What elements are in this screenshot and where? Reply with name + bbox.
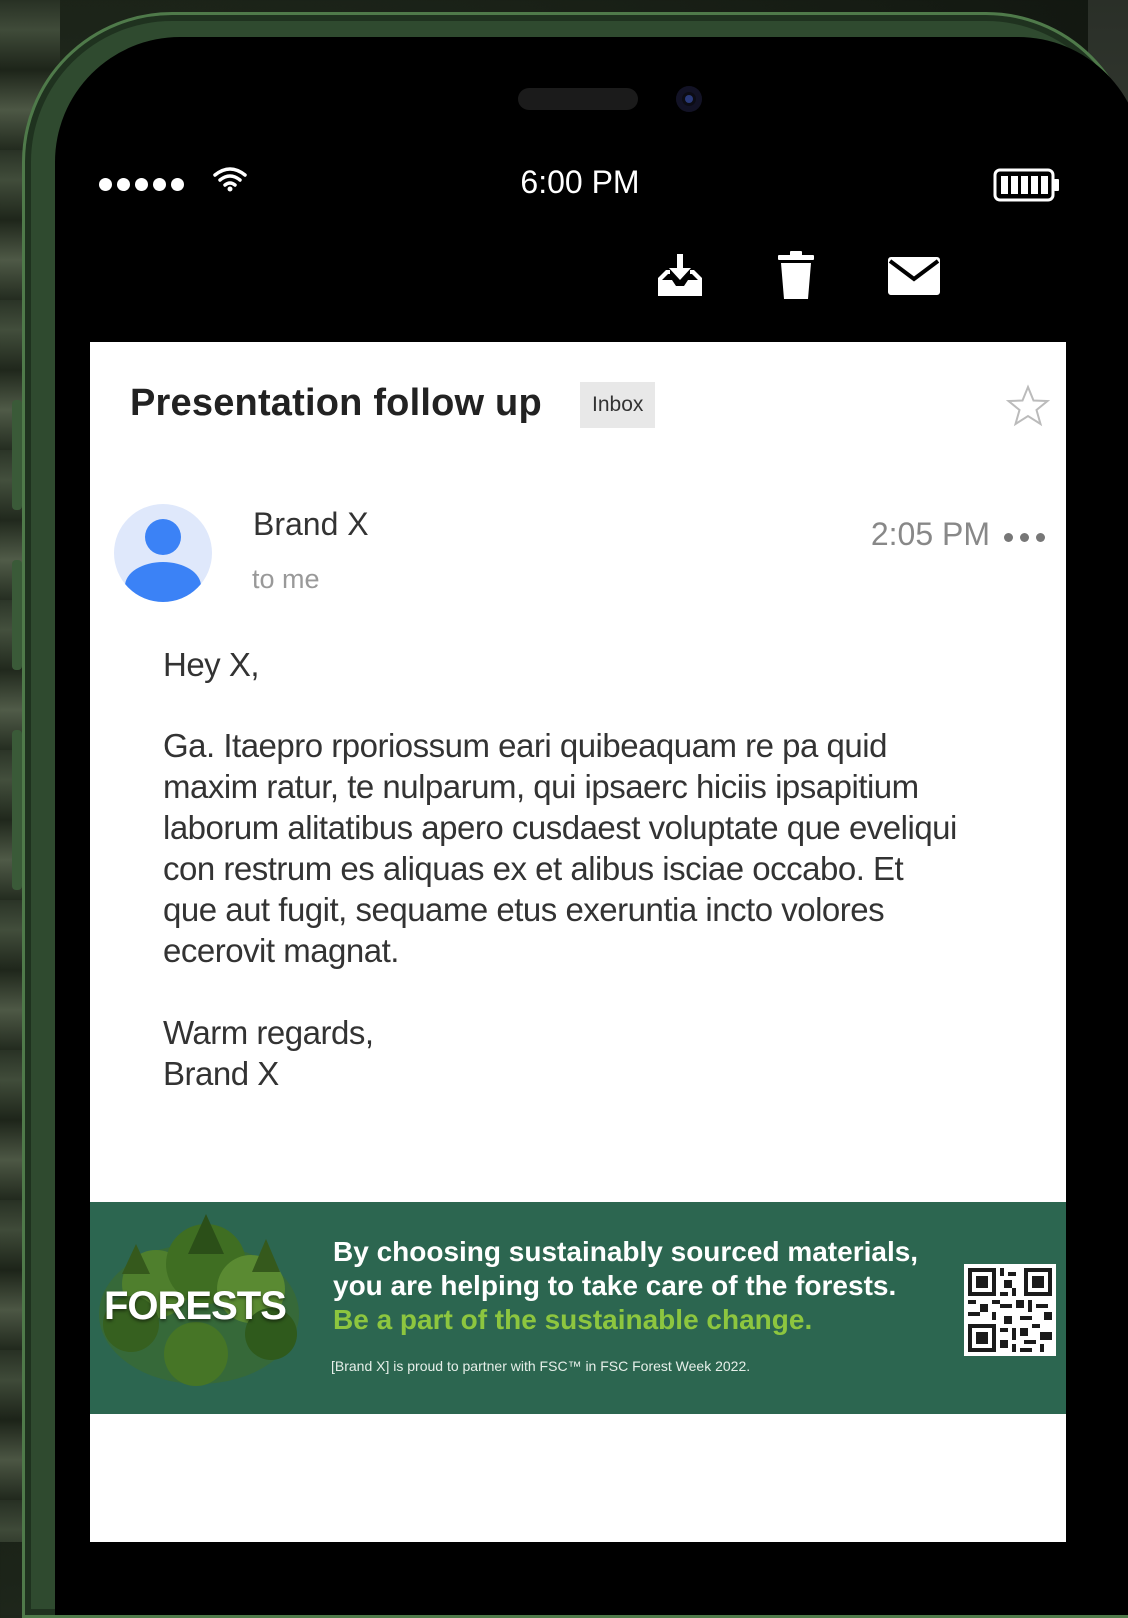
email-subject: Presentation follow up: [130, 382, 542, 424]
banner-call-to-action: Be a part of the sustainable change.: [333, 1304, 813, 1335]
paragraph-line: con restrum es aliquas ex et alibus isci…: [163, 850, 904, 887]
paragraph-line: laborum alitatibus apero cusdaest volupt…: [163, 809, 957, 846]
status-time: 6:00 PM: [520, 164, 640, 200]
star-icon[interactable]: [1006, 384, 1050, 428]
trash-icon: [778, 251, 814, 299]
email-paragraph: Ga. Itaepro rporiossum eari quibeaquam r…: [163, 725, 1033, 971]
banner-headline-line2: you are helping to take care of the fore…: [333, 1270, 897, 1301]
email-view: Presentation follow up Inbox Brand X to …: [90, 342, 1066, 1542]
email-body: Hey X, Ga. Itaepro rporiossum eari quibe…: [163, 644, 1033, 1094]
archive-button[interactable]: [650, 248, 710, 304]
email-signoff: Warm regards,: [163, 1014, 374, 1051]
phone-camera: [676, 86, 702, 112]
phone-side-button: [12, 400, 22, 510]
sustainability-banner[interactable]: FORESTS By choosing sustainably sourced …: [90, 1202, 1066, 1414]
status-bar: 6:00 PM: [95, 160, 1065, 210]
recipients-line[interactable]: to me: [252, 564, 320, 595]
inbox-label-badge[interactable]: Inbox: [580, 382, 656, 428]
phone-side-button: [12, 560, 22, 670]
banner-fine-print: [Brand X] is proud to partner with FSC™ …: [331, 1358, 751, 1374]
person-icon: [125, 519, 201, 602]
qr-code-icon[interactable]: [964, 1264, 1056, 1356]
sender-avatar[interactable]: [114, 504, 212, 602]
delete-button[interactable]: [766, 248, 826, 304]
envelope-icon: [888, 257, 940, 295]
email-signature: Brand X: [163, 1055, 279, 1092]
forests-logo: FORESTS: [104, 1284, 287, 1328]
mark-unread-button[interactable]: [884, 248, 944, 304]
paragraph-line: Ga. Itaepro rporiossum eari quibeaquam r…: [163, 727, 887, 764]
more-options-icon[interactable]: [1004, 526, 1052, 548]
phone-side-button: [12, 730, 22, 890]
archive-down-icon: [658, 254, 702, 296]
email-greeting: Hey X,: [163, 646, 260, 683]
sender-name[interactable]: Brand X: [253, 506, 369, 543]
paragraph-line: que aut fugit, sequame etus exeruntia in…: [163, 891, 885, 928]
phone-speaker: [518, 88, 638, 110]
email-time: 2:05 PM: [870, 516, 990, 552]
paragraph-line: maxim ratur, te nulparum, qui ipsaerc hi…: [163, 768, 919, 805]
paragraph-line: ecerovit magnat.: [163, 932, 399, 969]
battery-icon: [993, 168, 1059, 202]
banner-headline-line1: By choosing sustainably sourced material…: [333, 1236, 919, 1267]
